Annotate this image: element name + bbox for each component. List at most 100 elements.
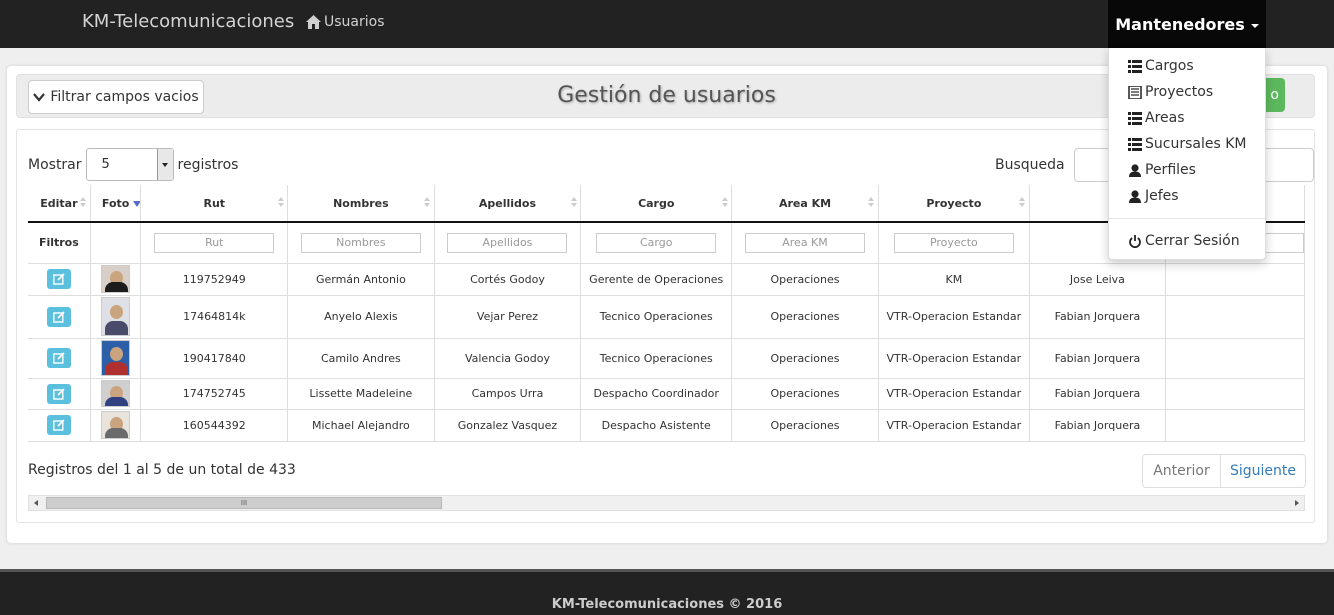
list-icon [1128,59,1142,73]
cell-cargo: Tecnico Operaciones [580,295,733,339]
brand-link[interactable]: KM-Telecomunicaciones [82,11,294,32]
dropdown-item-perfiles[interactable]: Perfiles [1128,161,1196,179]
nav-users-link[interactable]: Usuarios [306,14,385,30]
mantenedores-menu-toggle[interactable]: Mantenedores [1108,0,1266,48]
cell-proyecto: VTR-Operacion Estandar [878,378,1030,410]
cell-jefe: Fabian Jorquera [1029,338,1166,379]
scroll-left-icon[interactable] [34,500,38,506]
filter-input-apellidos[interactable]: Apellidos [447,232,568,253]
cell-proyecto: VTR-Operacion Estandar [878,295,1030,339]
edit-icon [52,387,65,400]
cell-apellidos: Vejar Perez [434,295,582,339]
sort-icon [868,197,875,210]
cell-area: Operaciones [731,295,879,339]
column-header-apellidos[interactable]: Apellidos [434,185,582,223]
dropdown-item-cargos[interactable]: Cargos [1128,57,1194,75]
pagination-info: Registros del 1 al 5 de un total de 433 [28,462,296,478]
edit-cell [28,263,91,296]
cell-nombres: Camilo Andres [287,338,435,379]
edit-button[interactable] [46,383,71,404]
cell-nombres: Michael Alejandro [287,409,435,442]
user-icon [1129,163,1141,177]
edit-button[interactable] [46,269,71,289]
edit-cell [28,378,91,410]
cell-area: Operaciones [731,409,879,442]
dropdown-item-label: Cargos [1145,58,1194,74]
cell-extra [1165,295,1305,339]
caret-down-icon [1250,23,1259,28]
dropdown-item-proyectos[interactable]: Proyectos [1128,83,1213,101]
user-photo [101,340,131,376]
cell-proyecto: KM [878,263,1030,296]
list-icon [1128,137,1142,151]
photo-body [105,320,129,335]
column-header-rut[interactable]: Rut [140,185,289,223]
edit-button[interactable] [46,306,71,327]
cell-rut: 174752745 [140,378,289,410]
cell-nombres: Lissette Madeleine [287,378,435,410]
page-length-select[interactable]: 5 [85,148,174,181]
dropdown-item-label: Jefes [1145,188,1179,204]
filter-input-proyecto[interactable]: Proyecto [893,232,1014,253]
filter-input-rut[interactable]: Rut [154,232,275,253]
column-header-proyecto[interactable]: Proyecto [878,185,1030,223]
dropdown-item-label: Proyectos [1145,84,1214,100]
dropdown-item-label: Sucursales KM [1145,136,1247,152]
sort-icon [721,197,728,210]
table-row: 160544392 Michael Alejandro Gonzalez Vasqu… [28,409,1305,442]
dropdown-item-sucursales[interactable]: Sucursales KM [1128,135,1246,153]
dropdown-item-jefes[interactable]: Jefes [1128,187,1179,205]
previous-page-button[interactable]: Anterior [1143,455,1221,487]
column-header-foto[interactable]: Foto [90,185,142,223]
cell-cargo: Despacho Asistente [580,409,733,442]
edit-icon [52,419,65,431]
navbar: KM-Telecomunicaciones Usuarios Mantenedo… [0,0,1334,48]
document-icon [1128,85,1142,99]
cell-nombres: Germán Antonio [287,263,435,296]
photo-cell [90,295,142,339]
cell-extra [1165,263,1305,296]
cell-area: Operaciones [731,263,879,296]
dropdown-divider [1109,218,1265,219]
cell-jefe: Fabian Jorquera [1029,409,1166,442]
filter-input-cargo[interactable]: Cargo [596,232,717,253]
column-header-area[interactable]: Area KM [731,185,879,223]
scrollbar-thumb[interactable]: III [46,497,442,509]
edit-button[interactable] [46,415,71,435]
column-header-nombres[interactable]: Nombres [287,185,435,223]
cell-area: Operaciones [731,378,879,410]
nav-users-label: Usuarios [324,14,385,30]
filter-cell-empty [90,222,142,264]
cell-apellidos: Valencia Godoy [434,338,582,379]
edit-button[interactable] [46,348,71,368]
filter-empty-fields-button[interactable]: Filtrar campos vacios [28,80,204,114]
photo-face [110,347,124,362]
sort-icon [570,197,577,210]
photo-cell [90,338,142,379]
pagination: Anterior Siguiente [1142,454,1306,488]
photo-cell [90,409,142,442]
next-page-button[interactable]: Siguiente [1221,455,1305,487]
dropdown-item-areas[interactable]: Areas [1128,109,1185,127]
column-header-editar[interactable]: Editar [28,185,91,223]
cell-cargo: Tecnico Operaciones [580,338,733,379]
cell-jefe: Fabian Jorquera [1029,295,1166,339]
filter-row-label: Filtros [28,222,91,264]
user-icon [1129,189,1141,203]
dropdown-item-label: Perfiles [1145,162,1196,178]
filter-input-nombres[interactable]: Nombres [300,232,421,253]
edit-icon [52,273,65,285]
cell-proyecto: VTR-Operacion Estandar [878,338,1030,379]
horizontal-scrollbar[interactable]: III [28,495,1305,511]
edit-cell [28,338,91,379]
cell-jefe: Fabian Jorquera [1029,378,1166,410]
column-header-cargo[interactable]: Cargo [580,185,733,223]
edit-cell [28,295,91,339]
select-arrow-icon [156,149,173,180]
cell-area: Operaciones [731,338,879,379]
sort-icon [1019,197,1026,210]
logout-link[interactable]: Cerrar Sesión [1128,232,1240,250]
filter-input-area[interactable]: Area KM [745,232,866,253]
cell-apellidos: Gonzalez Vasquez [434,409,582,442]
scroll-right-icon[interactable] [1295,500,1299,506]
